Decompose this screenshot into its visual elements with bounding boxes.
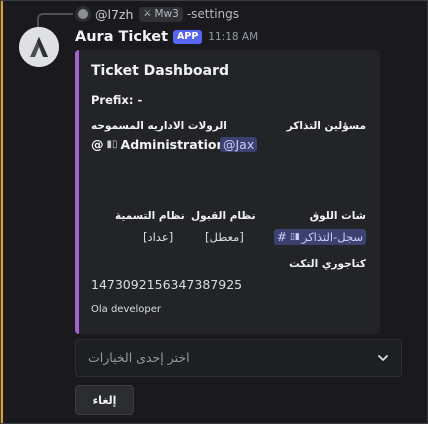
- message-timestamp[interactable]: 11:18 AM: [208, 31, 258, 43]
- channel-type-icon: ▯▮: [289, 232, 300, 242]
- embed-footer: Ola developer: [91, 304, 162, 315]
- embed-title: Ticket Dashboard: [91, 63, 230, 79]
- ticket-manager-value: @Jax: [220, 137, 258, 153]
- embed-prefix: Prefix: -: [91, 93, 143, 107]
- admin-role-mention[interactable]: @ ▮▯ Administration: [91, 137, 225, 152]
- server-role-icon: ▮▯: [106, 139, 118, 150]
- ticket-category-value: 1473092156347387925: [91, 277, 243, 292]
- accept-system-value: [معطل]: [205, 230, 244, 244]
- log-channel-value: # ▯▮ سجل-التذاكر: [273, 229, 366, 245]
- field-ticket-managers-name: مسؤلين التذاكر: [286, 120, 366, 132]
- field-accept-system-name: نظام القبول: [191, 210, 256, 222]
- role-mention-label: Administration: [120, 137, 226, 152]
- mention-highlight-bar: [1, 1, 3, 423]
- channel-mention-log[interactable]: # ▯▮ سجل-التذاكر: [273, 229, 366, 245]
- cancel-button[interactable]: إلغاء: [75, 385, 134, 415]
- bot-username[interactable]: Aura Ticket: [75, 29, 168, 45]
- reply-role-badge: ⚔ Mw3: [139, 6, 183, 22]
- reply-reference[interactable]: @l7zh ⚔ Mw3 -settings: [39, 5, 239, 23]
- field-naming-system-name: نظام التسمية: [115, 210, 185, 222]
- field-admin-roles-name: الرولات الاداريه المسموحه: [91, 120, 227, 132]
- message-container: @l7zh ⚔ Mw3 -settings Aura Ticket APP 11…: [0, 0, 428, 424]
- select-placeholder: اختر إحدى الخيارات: [88, 350, 190, 365]
- reply-role-label: Mw3: [154, 8, 179, 20]
- field-log-channel-name: شات اللوق: [309, 210, 366, 222]
- reply-username[interactable]: @l7zh: [95, 7, 133, 22]
- field-ticket-category-name: كتاجوري التكت: [289, 258, 366, 270]
- aura-logo-icon: [19, 27, 59, 67]
- role-mention-prefix: @: [91, 137, 104, 152]
- user-mention-jax[interactable]: @Jax: [220, 137, 258, 152]
- channel-mention-label: سجل-التذاكر: [301, 230, 363, 244]
- reply-content[interactable]: -settings: [187, 7, 239, 21]
- sword-icon: ⚔: [143, 9, 152, 19]
- ticket-dashboard-embed: Ticket Dashboard Prefix: - مسؤلين التذاك…: [75, 50, 380, 334]
- bot-avatar[interactable]: [19, 27, 59, 67]
- naming-system-value: [عداد]: [143, 230, 174, 244]
- reply-avatar-icon[interactable]: [75, 6, 91, 22]
- options-select-menu[interactable]: اختر إحدى الخيارات: [75, 339, 402, 377]
- hash-icon: #: [276, 230, 287, 244]
- app-badge: APP: [173, 30, 203, 44]
- message-header: Aura Ticket APP 11:18 AM: [75, 27, 258, 47]
- chevron-down-icon: [378, 355, 388, 361]
